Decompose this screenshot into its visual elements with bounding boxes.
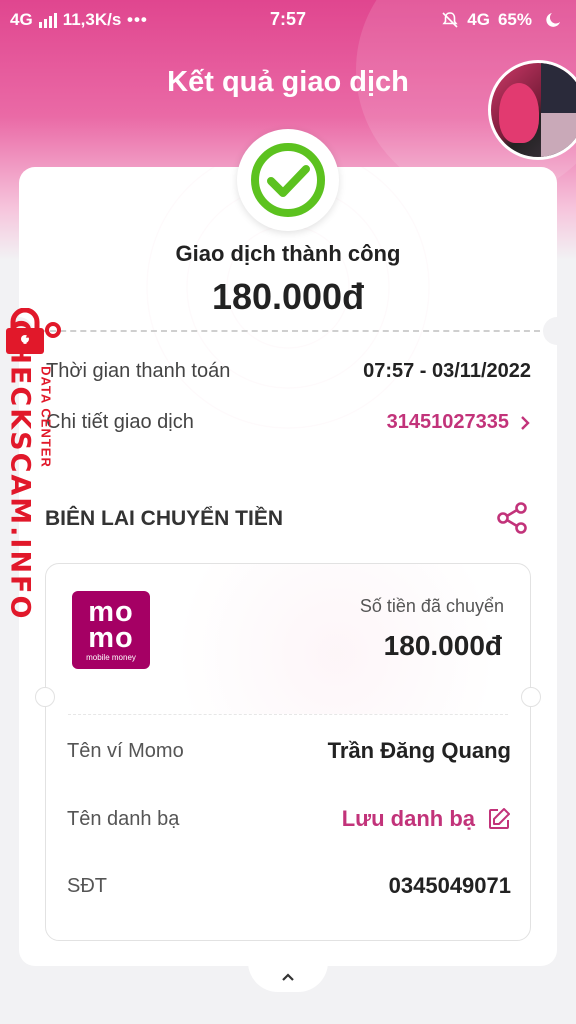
chevron-up-icon [282,973,294,981]
payment-time-value: 07:57 - 03/11/2022 [363,360,531,382]
contact-name-label: Tên danh bạ [67,807,180,830]
status-bar: 4G 11,3K/s 7:57 4G 65% [0,0,576,40]
chevron-right-icon [521,415,530,430]
phone-label: SĐT [67,874,107,897]
transaction-status: Giao dịch thành công [175,241,401,266]
save-contact-button[interactable]: Lưu danh bạ [342,806,511,832]
wallet-name-label: Tên ví Momo [67,739,184,762]
watermark-subtext: DATA CENTER [38,366,54,468]
phone-row: SĐT 0345049071 [67,873,511,899]
sent-amount-value: 180.000đ [383,630,502,661]
check-circle-icon [251,143,325,217]
card-notch-right [543,317,571,345]
transaction-detail-label: Chi tiết giao dịch [46,411,194,433]
payment-time-label: Thời gian thanh toán [46,360,231,382]
battery-level: 65% [497,10,532,29]
success-badge [237,129,339,231]
muted-bell-icon [442,12,458,28]
transaction-detail-row[interactable]: Chi tiết giao dịch 31451027335 [46,411,531,434]
phone-value: 0345049071 [388,873,511,898]
moon-icon [546,13,560,27]
share-icon[interactable] [494,500,530,536]
receipt-divider [68,714,508,715]
transfer-receipt: mo mo mobile money Số tiền đã chuyển 180… [35,563,541,941]
momo-logo: mo mo mobile money [72,591,150,669]
receipt-title: BIÊN LAI CHUYỂN TIỀN [45,507,284,530]
wallet-name-value: Trần Đăng Quang [327,738,511,763]
network-type-right: 4G [467,10,490,29]
transaction-amount: 180.000đ [211,276,365,317]
contact-name-row: Tên danh bạ Lưu danh bạ [67,806,511,832]
watermark-text: CHECKSCAM.INFO [4,319,36,621]
edit-icon [489,808,510,829]
wallet-name-row: Tên ví Momo Trần Đăng Quang [67,738,511,764]
divider [40,330,540,332]
payment-time-row: Thời gian thanh toán 07:57 - 03/11/2022 [46,360,531,383]
sent-amount-label: Số tiền đã chuyển [359,596,504,616]
transaction-id: 31451027335 [386,411,509,433]
transaction-detail-link[interactable]: 31451027335 [387,411,531,434]
expand-handle[interactable] [248,962,328,992]
